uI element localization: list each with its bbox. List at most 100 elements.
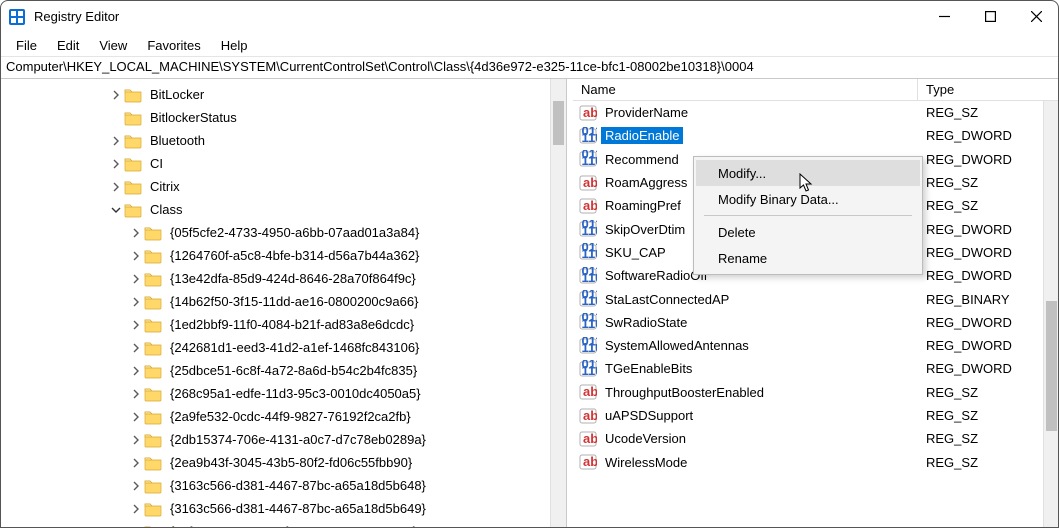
menu-help[interactable]: Help bbox=[211, 36, 258, 55]
tree-node[interactable]: Citrix bbox=[0, 175, 566, 198]
folder-icon bbox=[144, 386, 162, 402]
value-row[interactable]: 011110StaLastConnectedAPREG_BINARY bbox=[573, 287, 1059, 310]
value-row[interactable]: 011110SwRadioStateREG_DWORD bbox=[573, 311, 1059, 334]
svg-text:110: 110 bbox=[582, 270, 598, 285]
value-name: SwRadioState bbox=[601, 314, 691, 331]
tree-label: {13e42dfa-85d9-424d-8646-28a70f864f9c} bbox=[168, 270, 418, 287]
value-row[interactable]: 011110TGeEnableBitsREG_DWORD bbox=[573, 357, 1059, 380]
value-type: REG_DWORD bbox=[918, 152, 1059, 167]
address-bar[interactable]: Computer\HKEY_LOCAL_MACHINE\SYSTEM\Curre… bbox=[0, 56, 1059, 78]
chevron-right-icon[interactable] bbox=[128, 478, 144, 494]
context-menu-separator bbox=[704, 215, 912, 216]
tree-node[interactable]: BitlockerStatus bbox=[0, 106, 566, 129]
chevron-down-icon[interactable] bbox=[108, 202, 124, 218]
tree-scroll-thumb[interactable] bbox=[553, 101, 564, 145]
tree-node[interactable]: {242681d1-eed3-41d2-a1ef-1468fc843106} bbox=[0, 336, 566, 359]
tree-node[interactable]: {1ed2bbf9-11f0-4084-b21f-ad83a8e6dcdc} bbox=[0, 313, 566, 336]
value-name: StaLastConnectedAP bbox=[601, 291, 733, 308]
minimize-button[interactable] bbox=[921, 0, 967, 33]
chevron-right-icon[interactable] bbox=[128, 455, 144, 471]
value-row[interactable]: abWirelessModeREG_SZ bbox=[573, 450, 1059, 473]
values-pane[interactable]: Name Type abProviderNameREG_SZ011110Radi… bbox=[573, 79, 1059, 528]
value-type: REG_DWORD bbox=[918, 222, 1059, 237]
chevron-right-icon[interactable] bbox=[128, 294, 144, 310]
value-name: uAPSDSupport bbox=[601, 407, 697, 424]
svg-text:ab: ab bbox=[583, 384, 597, 399]
chevron-right-icon[interactable] bbox=[128, 409, 144, 425]
tree-node[interactable]: CI bbox=[0, 152, 566, 175]
menu-view[interactable]: View bbox=[89, 36, 137, 55]
tree-pane[interactable]: BitLockerBitlockerStatusBluetoothCICitri… bbox=[0, 79, 567, 528]
chevron-right-icon bbox=[108, 110, 124, 126]
value-name: RoamAggress bbox=[601, 174, 691, 191]
tree-node[interactable]: {14b62f50-3f15-11dd-ae16-0800200c9a66} bbox=[0, 290, 566, 313]
context-menu-item[interactable]: Modify... bbox=[696, 160, 920, 186]
context-menu-item[interactable]: Delete bbox=[696, 219, 920, 245]
svg-text:110: 110 bbox=[582, 316, 598, 331]
tree-node[interactable]: {05f5cfe2-4733-4950-a6bb-07aad01a3a84} bbox=[0, 221, 566, 244]
tree-label: Class bbox=[148, 201, 185, 218]
tree-label: {05f5cfe2-4733-4950-a6bb-07aad01a3a84} bbox=[168, 224, 421, 241]
chevron-right-icon[interactable] bbox=[128, 317, 144, 333]
chevron-right-icon[interactable] bbox=[128, 248, 144, 264]
chevron-right-icon[interactable] bbox=[108, 156, 124, 172]
context-menu-item[interactable]: Rename bbox=[696, 245, 920, 271]
tree-node[interactable]: {2ea9b43f-3045-43b5-80f2-fd06c55fbb90} bbox=[0, 451, 566, 474]
value-row[interactable]: abThroughputBoosterEnabledREG_SZ bbox=[573, 381, 1059, 404]
title-bar: Registry Editor bbox=[0, 0, 1059, 34]
value-row[interactable]: abUcodeVersionREG_SZ bbox=[573, 427, 1059, 450]
binary-value-icon: 011110 bbox=[579, 220, 597, 238]
tree-scrollbar[interactable] bbox=[550, 79, 566, 528]
value-row[interactable]: abProviderNameREG_SZ bbox=[573, 101, 1059, 124]
values-scrollbar[interactable] bbox=[1043, 101, 1059, 528]
maximize-button[interactable] bbox=[967, 0, 1013, 33]
value-name-cell: 011110RadioEnable bbox=[573, 127, 918, 145]
value-name: TGeEnableBits bbox=[601, 360, 696, 377]
menu-edit[interactable]: Edit bbox=[47, 36, 89, 55]
chevron-right-icon[interactable] bbox=[128, 340, 144, 356]
chevron-right-icon[interactable] bbox=[128, 225, 144, 241]
chevron-right-icon[interactable] bbox=[108, 179, 124, 195]
value-name: UcodeVersion bbox=[601, 430, 690, 447]
chevron-right-icon[interactable] bbox=[128, 432, 144, 448]
tree-node[interactable]: Class bbox=[0, 198, 566, 221]
binary-value-icon: 011110 bbox=[579, 150, 597, 168]
folder-icon bbox=[124, 133, 142, 149]
tree-node[interactable]: Bluetooth bbox=[0, 129, 566, 152]
close-button[interactable] bbox=[1013, 0, 1059, 33]
value-name-cell: abProviderName bbox=[573, 104, 918, 122]
column-header-name[interactable]: Name bbox=[573, 79, 918, 100]
chevron-right-icon[interactable] bbox=[128, 363, 144, 379]
chevron-right-icon[interactable] bbox=[108, 87, 124, 103]
context-menu-item[interactable]: Modify Binary Data... bbox=[696, 186, 920, 212]
chevron-right-icon[interactable] bbox=[128, 271, 144, 287]
tree-node[interactable]: {1264760f-a5c8-4bfe-b314-d56a7b44a362} bbox=[0, 244, 566, 267]
value-row[interactable]: 011110RadioEnableREG_DWORD bbox=[573, 124, 1059, 147]
tree-node[interactable]: {13e42dfa-85d9-424d-8646-28a70f864f9c} bbox=[0, 267, 566, 290]
value-row[interactable]: 011110SystemAllowedAntennasREG_DWORD bbox=[573, 334, 1059, 357]
svg-text:110: 110 bbox=[582, 293, 598, 308]
chevron-right-icon[interactable] bbox=[128, 386, 144, 402]
tree-node[interactable]: {3163c566-d381-4467-87bc-a65a18d5b649} bbox=[0, 497, 566, 520]
chevron-right-icon[interactable] bbox=[108, 133, 124, 149]
string-value-icon: ab bbox=[579, 430, 597, 448]
column-header-type[interactable]: Type bbox=[918, 79, 1059, 100]
tree-node[interactable]: BitLocker bbox=[0, 83, 566, 106]
menu-file[interactable]: File bbox=[6, 36, 47, 55]
tree-node[interactable]: {36fc9e60-c465-11cf-8056-444553540000} bbox=[0, 520, 566, 528]
value-type: REG_BINARY bbox=[918, 292, 1059, 307]
value-type: REG_SZ bbox=[918, 455, 1059, 470]
value-row[interactable]: abuAPSDSupportREG_SZ bbox=[573, 404, 1059, 427]
tree-node[interactable]: {2a9fe532-0cdc-44f9-9827-76192f2ca2fb} bbox=[0, 405, 566, 428]
svg-text:ab: ab bbox=[583, 454, 597, 469]
tree-label: {242681d1-eed3-41d2-a1ef-1468fc843106} bbox=[168, 339, 421, 356]
menu-favorites[interactable]: Favorites bbox=[137, 36, 210, 55]
chevron-right-icon[interactable] bbox=[128, 501, 144, 517]
chevron-right-icon[interactable] bbox=[128, 524, 144, 528]
tree-node[interactable]: {3163c566-d381-4467-87bc-a65a18d5b648} bbox=[0, 474, 566, 497]
values-scroll-thumb[interactable] bbox=[1046, 301, 1057, 431]
tree-node[interactable]: {25dbce51-6c8f-4a72-8a6d-b54c2b4fc835} bbox=[0, 359, 566, 382]
tree-node[interactable]: {2db15374-706e-4131-a0c7-d7c78eb0289a} bbox=[0, 428, 566, 451]
tree-node[interactable]: {268c95a1-edfe-11d3-95c3-0010dc4050a5} bbox=[0, 382, 566, 405]
value-name-cell: 011110SystemAllowedAntennas bbox=[573, 337, 918, 355]
